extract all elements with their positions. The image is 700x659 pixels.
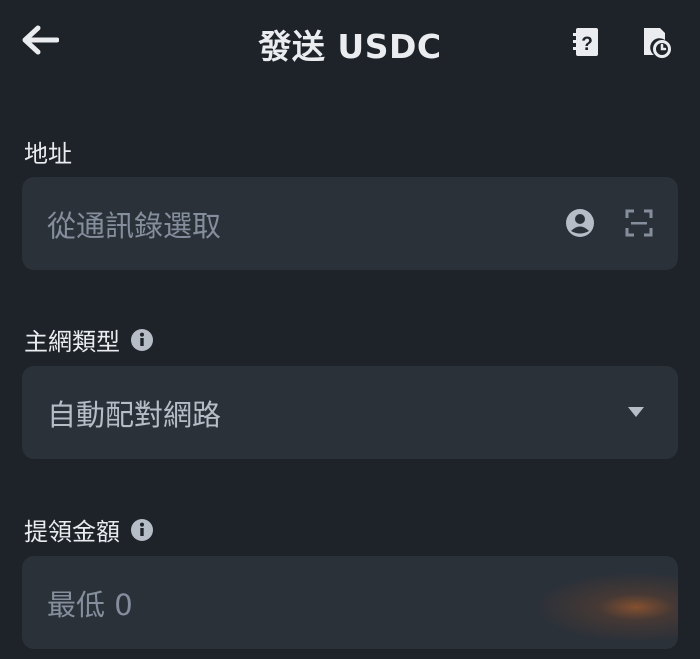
amount-field-glow — [488, 556, 678, 649]
history-icon — [644, 28, 671, 58]
network-dropdown-button[interactable] — [620, 396, 652, 428]
address-placeholder: 從通訊錄選取 — [47, 208, 222, 243]
info-icon[interactable] — [130, 328, 154, 352]
contact-button[interactable] — [564, 207, 596, 239]
network-label-row: 主網類型 — [24, 322, 154, 357]
info-icon[interactable] — [130, 518, 154, 542]
svg-text:?: ? — [581, 34, 593, 55]
address-label-row: 地址 — [24, 134, 72, 169]
amount-label: 提領金額 — [24, 518, 120, 546]
caret-down-icon — [628, 407, 644, 417]
top-bar: 發送 USDC ? — [0, 0, 700, 86]
network-label: 主網類型 — [24, 328, 120, 356]
contact-icon — [566, 209, 594, 237]
network-value: 自動配對網路 — [47, 397, 222, 432]
address-label: 地址 — [24, 140, 72, 168]
address-book-icon: ? — [573, 28, 598, 56]
amount-placeholder: 最低 0 — [47, 587, 133, 622]
amount-label-row: 提領金額 — [24, 512, 154, 547]
amount-input[interactable]: 最低 0 — [22, 556, 678, 649]
scan-button[interactable] — [623, 207, 655, 239]
scan-icon — [625, 209, 653, 237]
address-input[interactable]: 從通訊錄選取 — [22, 177, 678, 270]
network-select[interactable]: 自動配對網路 — [22, 366, 678, 459]
address-book-button[interactable]: ? — [568, 24, 604, 60]
history-button[interactable] — [638, 24, 674, 60]
